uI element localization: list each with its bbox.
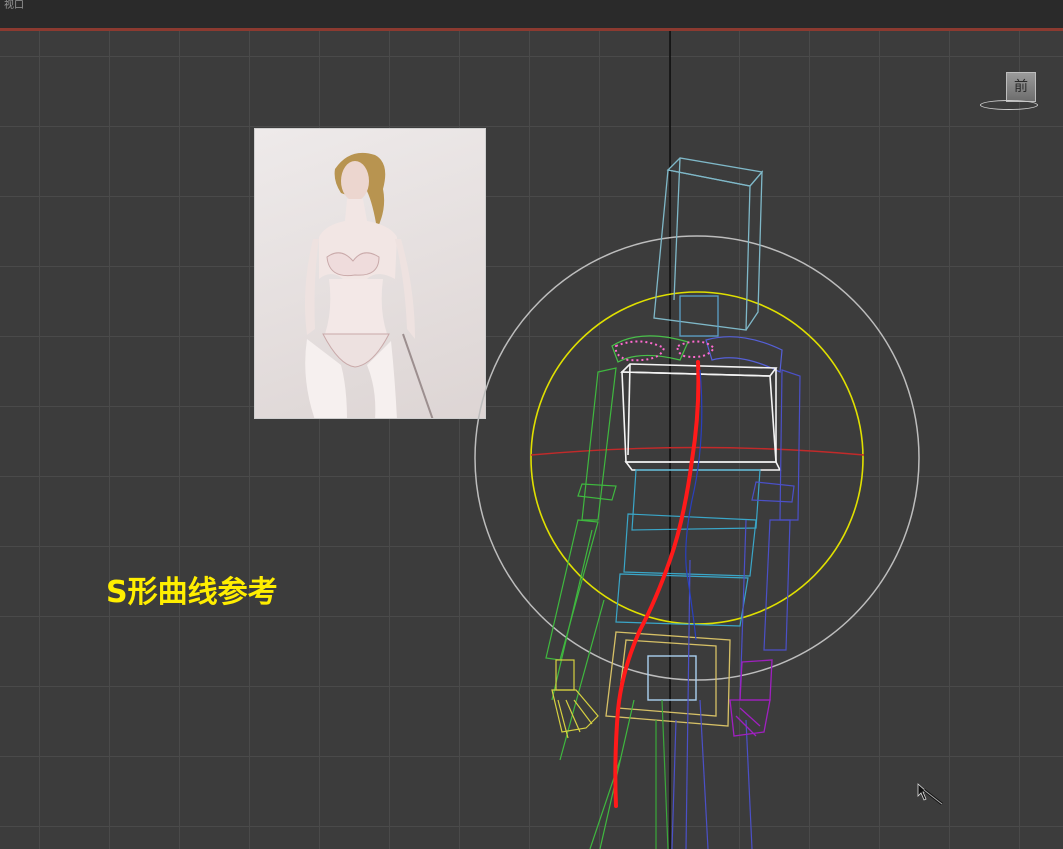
left-arm-bones: [545, 367, 635, 849]
bone-rig-wireframe[interactable]: [0, 0, 1063, 849]
mouse-cursor-icon: [917, 783, 943, 806]
s-curve-caption: S形曲线参考: [106, 575, 278, 610]
clavicle-left: [611, 335, 689, 363]
app-window: 视口 前 S形曲线参考: [0, 0, 1063, 849]
left-leg-bones: [655, 699, 669, 849]
rotate-gizmo-outer-circle: [474, 235, 920, 681]
neck-bone: [679, 295, 719, 337]
right-hand-bones: [729, 659, 773, 737]
right-arm-bones: [671, 369, 801, 849]
rotate-gizmo-red-arc: [530, 446, 865, 456]
